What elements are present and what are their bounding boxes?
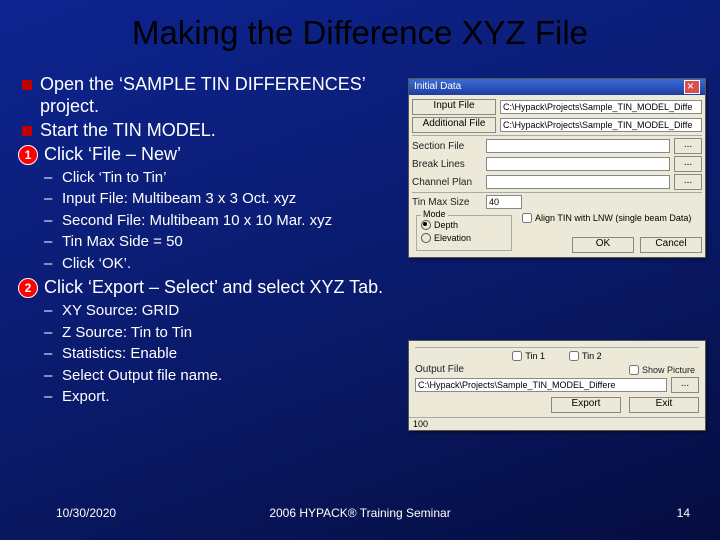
- cancel-button[interactable]: Cancel: [640, 237, 702, 253]
- sub-tin-max: Tin Max Side = 50: [22, 232, 392, 252]
- slide-footer: 10/30/2020 2006 HYPACK® Training Seminar…: [0, 506, 720, 526]
- bullet-open-project: Open the ‘SAMPLE TIN DIFFERENCES’ projec…: [22, 74, 392, 118]
- sub-input-file: Input File: Multibeam 3 x 3 Oct. xyz: [22, 189, 392, 209]
- bullet-export-select: 2 Click ‘Export – Select’ and select XYZ…: [22, 277, 392, 299]
- sub-tin-to-tin: Click ‘Tin to Tin’: [22, 168, 392, 188]
- dialog-export: Tin 1 Tin 2 Output File Show Picture C:\…: [408, 340, 706, 431]
- mode-group-label: Mode: [421, 209, 448, 219]
- footer-title: 2006 HYPACK® Training Seminar: [0, 506, 720, 520]
- output-browse-button[interactable]: ...: [671, 377, 699, 393]
- tin1-checkbox[interactable]: Tin 1: [512, 351, 545, 361]
- break-lines-label: Break Lines: [412, 159, 482, 170]
- bullet-start-tin: Start the TIN MODEL.: [22, 120, 392, 142]
- break-browse-button[interactable]: ...: [674, 156, 702, 172]
- tin-max-field[interactable]: 40: [486, 195, 522, 209]
- sub-click-ok: Click ‘OK’.: [22, 254, 392, 274]
- show-picture-checkbox[interactable]: Show Picture: [629, 365, 699, 375]
- channel-browse-button[interactable]: ...: [674, 174, 702, 190]
- tin-max-label: Tin Max Size: [412, 197, 482, 208]
- additional-file-field[interactable]: C:\Hypack\Projects\Sample_TIN_MODEL_Diff…: [500, 118, 702, 132]
- additional-file-button[interactable]: Additional File: [412, 117, 496, 133]
- section-browse-button[interactable]: ...: [674, 138, 702, 154]
- break-lines-field[interactable]: [486, 157, 670, 171]
- tin2-checkbox[interactable]: Tin 2: [569, 351, 602, 361]
- page-number: 14: [677, 506, 690, 520]
- sub-statistics: Statistics: Enable: [22, 344, 392, 364]
- dialog-titlebar[interactable]: Initial Data: [409, 79, 705, 95]
- depth-radio[interactable]: Depth: [421, 220, 458, 230]
- align-tin-checkbox[interactable]: Align TIN with LNW (single beam Data): [522, 213, 702, 223]
- sub-z-source: Z Source: Tin to Tin: [22, 323, 392, 343]
- bullet-file-new: 1 Click ‘File – New’: [22, 144, 392, 166]
- sub-output-name: Select Output file name.: [22, 366, 392, 386]
- tin1-label: Tin 1: [525, 351, 545, 361]
- section-file-field[interactable]: [486, 139, 670, 153]
- sub-export: Export.: [22, 387, 392, 407]
- depth-label: Depth: [434, 220, 458, 230]
- sub-xy-source: XY Source: GRID: [22, 301, 392, 321]
- bullet-export-select-text: Click ‘Export – Select’ and select XYZ T…: [44, 277, 383, 297]
- show-picture-label: Show Picture: [642, 365, 695, 375]
- elevation-radio[interactable]: Elevation: [421, 233, 471, 243]
- slide-body: Open the ‘SAMPLE TIN DIFFERENCES’ projec…: [22, 72, 392, 409]
- exit-button[interactable]: Exit: [629, 397, 699, 413]
- slide-title: Making the Difference XYZ File: [0, 0, 720, 60]
- ok-button[interactable]: OK: [572, 237, 634, 253]
- tin2-label: Tin 2: [582, 351, 602, 361]
- close-icon[interactable]: [684, 80, 700, 94]
- bullet-file-new-text: Click ‘File – New’: [44, 144, 181, 164]
- step-badge-1: 1: [18, 145, 38, 165]
- step-badge-2: 2: [18, 278, 38, 298]
- input-file-button[interactable]: Input File: [412, 99, 496, 115]
- elevation-label: Elevation: [434, 233, 471, 243]
- dialog-initial-data: Initial Data Input File C:\Hypack\Projec…: [408, 78, 706, 258]
- statusbar: 100: [409, 417, 705, 430]
- output-file-label: Output File: [415, 364, 464, 375]
- section-file-label: Section File: [412, 141, 482, 152]
- align-tin-label: Align TIN with LNW (single beam Data): [535, 213, 691, 223]
- channel-plan-field[interactable]: [486, 175, 670, 189]
- export-button[interactable]: Export: [551, 397, 621, 413]
- channel-plan-label: Channel Plan: [412, 177, 482, 188]
- input-file-field[interactable]: C:\Hypack\Projects\Sample_TIN_MODEL_Diff…: [500, 100, 702, 114]
- output-file-field[interactable]: C:\Hypack\Projects\Sample_TIN_MODEL_Diff…: [415, 378, 667, 392]
- sub-second-file: Second File: Multibeam 10 x 10 Mar. xyz: [22, 211, 392, 231]
- dialog-title: Initial Data: [414, 79, 461, 95]
